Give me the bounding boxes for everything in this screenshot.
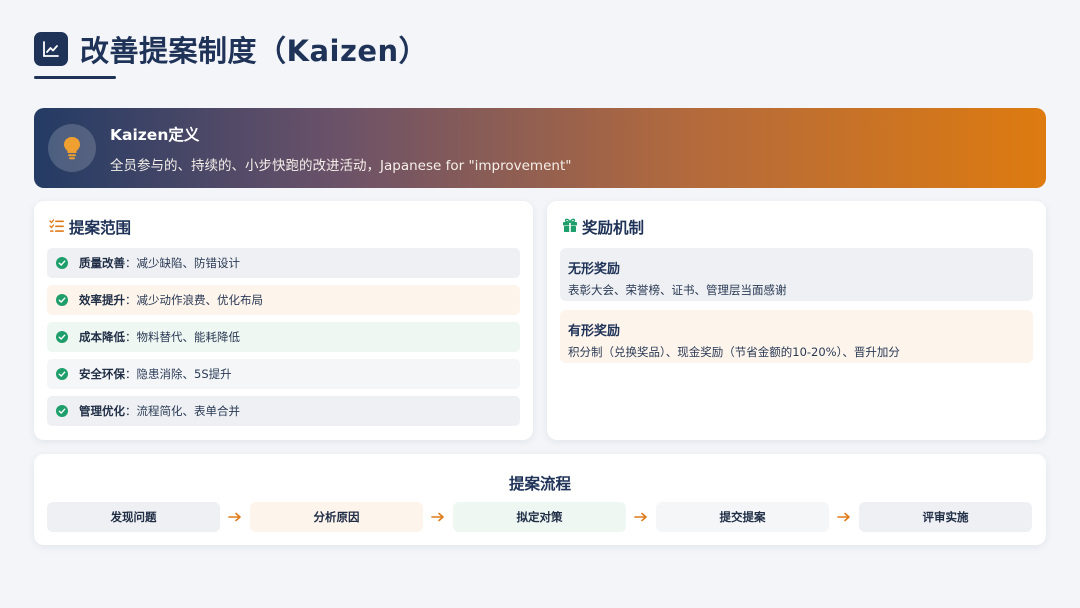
scope-item-efficiency: 效率提升 ：减少动作浪费、优化布局 [47,285,520,315]
arrow-right-icon [220,512,250,522]
arrow-right-icon [829,512,859,522]
process-step: 分析原因 [250,502,423,532]
scope-card: 提案范围 质量改善 ：减少缺陷、防错设计 效率提升 ：减少动作浪费、优化布局 成… [34,201,533,440]
check-circle-icon [56,294,68,306]
process-title: 提案流程 [508,475,571,493]
reward-intangible: 无形奖励 表彰大会、荣誉榜、证书、管理层当面感谢 [560,248,1033,301]
scope-item-desc: ：物料替代、能耗降低 [125,330,240,344]
process-step: 提交提案 [656,502,829,532]
definition-banner: Kaizen定义 全员参与的、持续的、小步快跑的改进活动，Japanese fo… [34,108,1046,188]
reward-title: 有形奖励 [568,324,621,339]
reward-desc: 表彰大会、荣誉榜、证书、管理层当面感谢 [568,283,787,297]
scope-item-safety: 安全环保 ：隐患消除、5S提升 [47,359,520,389]
gift-icon [562,217,578,237]
scope-item-label: 安全环保 [79,367,125,381]
lightbulb-icon [48,124,96,172]
rewards-title: 奖励机制 [582,219,645,237]
page-header: 改善提案制度（Kaizen） [34,28,428,70]
scope-item-quality: 质量改善 ：减少缺陷、防错设计 [47,248,520,278]
process-step: 拟定对策 [453,502,626,532]
scope-item-desc: ：隐患消除、5S提升 [125,367,232,381]
process-step: 发现问题 [47,502,220,532]
arrow-right-icon [626,512,656,522]
scope-item-desc: ：减少缺陷、防错设计 [125,256,240,270]
banner-text: Kaizen定义 全员参与的、持续的、小步快跑的改进活动，Japanese fo… [110,123,571,174]
arrow-right-icon [423,512,453,522]
process-step: 评审实施 [859,502,1032,532]
scope-card-header: 提案范围 [47,216,520,238]
banner-title: Kaizen定义 [110,125,200,144]
check-circle-icon [56,405,68,417]
process-card: 提案流程 发现问题 分析原因 拟定对策 提交提案 评审实施 [34,454,1046,545]
scope-item-management: 管理优化 ：流程简化、表单合并 [47,396,520,426]
reward-tangible: 有形奖励 积分制（兑换奖品）、现金奖励（节省金额的10-20%）、晋升加分 [560,310,1033,363]
scope-item-label: 成本降低 [79,330,125,344]
banner-description: 全员参与的、持续的、小步快跑的改进活动，Japanese for "improv… [110,157,572,174]
scope-title: 提案范围 [69,219,132,237]
checklist-icon [49,218,65,237]
rewards-card: 奖励机制 无形奖励 表彰大会、荣誉榜、证书、管理层当面感谢 有形奖励 积分制（兑… [547,201,1046,440]
scope-item-desc: ：减少动作浪费、优化布局 [125,293,263,307]
rewards-card-header: 奖励机制 [560,216,1033,238]
title-underline [34,76,116,79]
scope-item-label: 管理优化 [79,404,125,418]
scope-item-cost: 成本降低 ：物料替代、能耗降低 [47,322,520,352]
scope-item-label: 效率提升 [79,293,125,307]
process-steps: 发现问题 分析原因 拟定对策 提交提案 评审实施 [47,502,1032,532]
chart-line-icon [34,32,68,66]
check-circle-icon [56,368,68,380]
scope-item-desc: ：流程简化、表单合并 [125,404,240,418]
check-circle-icon [56,257,68,269]
scope-item-label: 质量改善 [79,256,125,270]
page-title: 改善提案制度（Kaizen） [80,34,429,68]
reward-title: 无形奖励 [568,262,621,277]
reward-desc: 积分制（兑换奖品）、现金奖励（节省金额的10-20%）、晋升加分 [568,345,900,359]
check-circle-icon [56,331,68,343]
